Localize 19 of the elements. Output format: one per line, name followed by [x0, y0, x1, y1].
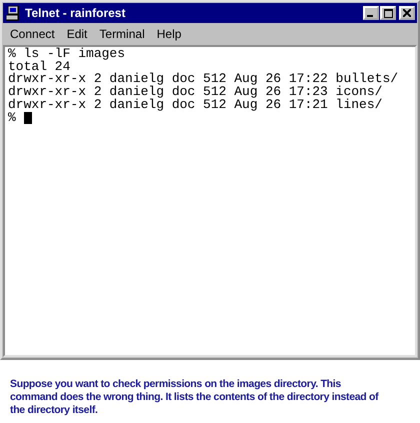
terminal-line: total 24	[8, 60, 70, 74]
window-title: Telnet - rainforest	[25, 6, 126, 20]
text-cursor	[24, 112, 32, 124]
minimize-button[interactable]	[363, 6, 379, 20]
maximize-icon	[384, 8, 392, 18]
menu-item[interactable]: Connect	[5, 26, 60, 42]
terminal-line: drwxr-xr-x 2 danielg doc 512 Aug 26 17:21 lines/	[8, 98, 384, 112]
shell-prompt: %	[8, 112, 16, 124]
maximize-button[interactable]	[380, 6, 396, 20]
computer-icon	[5, 5, 21, 21]
menu-item[interactable]: Terminal	[94, 26, 150, 42]
terminal-line: % ls -lF images	[8, 48, 126, 61]
terminal-line: drwxr-xr-x 2 danielg doc 512 Aug 26 17:23 icons/	[8, 86, 384, 99]
menu-item[interactable]: Help	[152, 26, 186, 42]
menu-item[interactable]: Edit	[62, 26, 92, 42]
close-button[interactable]	[399, 6, 415, 20]
caption-text: Suppose you want to check permissions on the images directory. This command does the wrong thing. It lists the contents of the directory instead of the directory itself.	[10, 378, 380, 417]
terminal-line: drwxr-xr-x 2 danielg doc 512 Aug 26 17:22 bullets/	[8, 73, 400, 86]
close-icon	[403, 9, 411, 17]
